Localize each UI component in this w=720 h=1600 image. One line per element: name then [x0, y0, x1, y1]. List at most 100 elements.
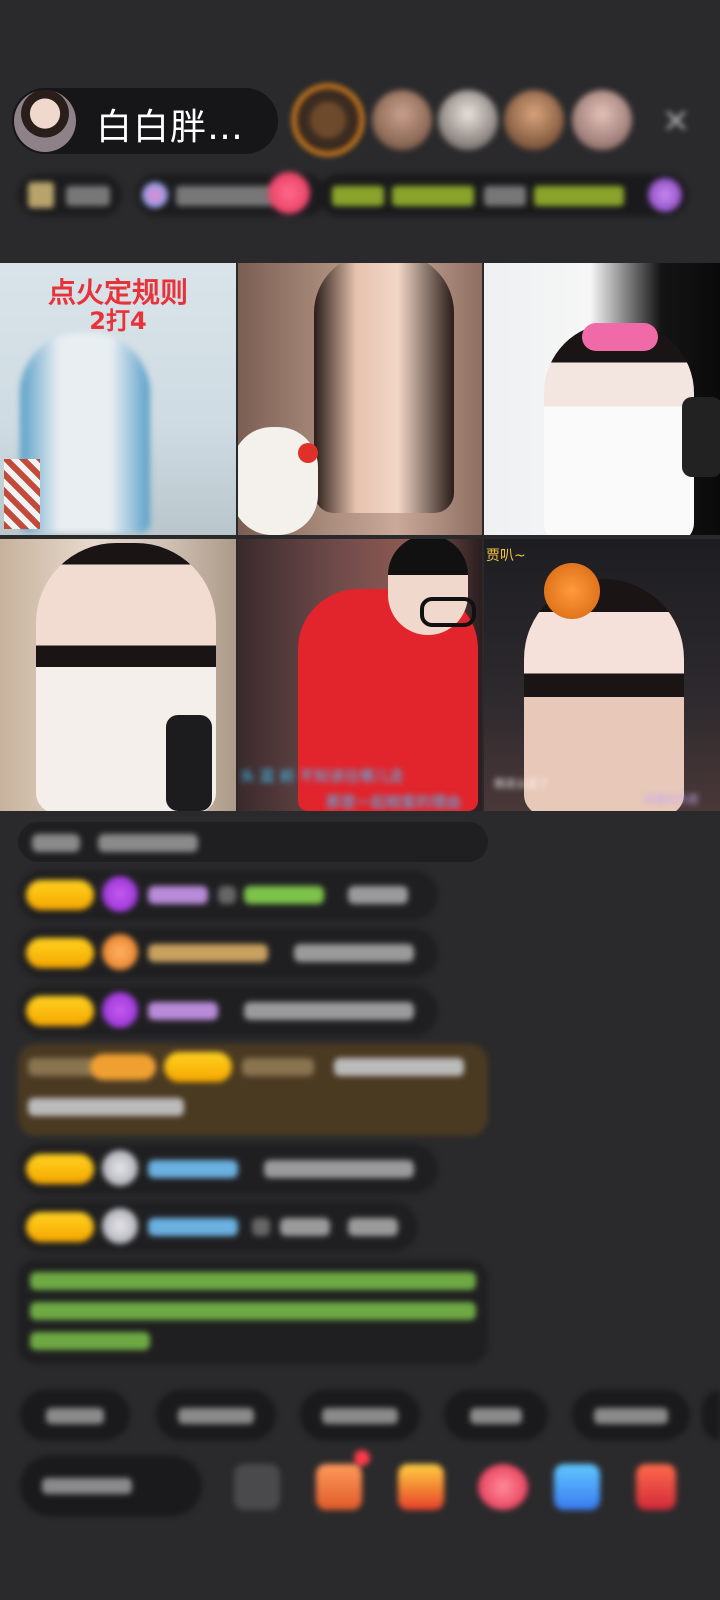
activity-tag-2	[392, 186, 474, 206]
quick-reply-5[interactable]	[572, 1390, 690, 1440]
chat-text-4c	[28, 1098, 184, 1116]
chat-username-1[interactable]	[148, 886, 208, 904]
chat-username-2[interactable]	[148, 944, 268, 962]
chat-text-1a	[218, 886, 236, 904]
pink-glasses-sticker	[582, 323, 658, 351]
video-cell-3[interactable]	[484, 263, 720, 535]
streamer-figure-3	[544, 323, 694, 535]
video-cell-5[interactable]: 头 蓝 前 不知该往哪儿走 那是一起相爱的理由	[238, 539, 482, 811]
more-icon[interactable]	[636, 1464, 676, 1510]
share-icon[interactable]	[554, 1464, 600, 1510]
host-name[interactable]: 白白胖…	[96, 98, 244, 150]
top-viewer-avatar-1[interactable]	[292, 84, 364, 156]
emoji-icon[interactable]	[234, 1464, 280, 1510]
rank-icon	[28, 182, 54, 208]
chat-text-5	[264, 1160, 414, 1178]
quick-reply-1[interactable]	[20, 1390, 130, 1440]
gift-icon[interactable]	[648, 178, 682, 212]
wishlist-icon[interactable]	[398, 1464, 444, 1510]
lyric-subtitle-1: 头 蓝 前 不知该往哪儿走	[240, 767, 405, 785]
user-avatar	[102, 1208, 138, 1244]
chat-username-3[interactable]	[148, 1002, 218, 1020]
top-viewer-avatar-4[interactable]	[504, 90, 564, 150]
close-icon[interactable]: ×	[652, 96, 700, 144]
host-avatar[interactable]	[14, 90, 76, 152]
video-cell-1[interactable]: 点火定规则 2打4	[0, 263, 236, 535]
chat-text-3	[244, 1002, 414, 1020]
hot-button[interactable]	[268, 172, 310, 214]
gift-box-icon[interactable]	[316, 1464, 362, 1510]
level-badge	[26, 880, 94, 910]
chat-text-6a	[252, 1218, 270, 1236]
chat-message-0	[18, 822, 488, 862]
chat-text-0b	[98, 834, 198, 852]
quick-reply-5-label	[594, 1408, 668, 1424]
quick-reply-3[interactable]	[300, 1390, 420, 1440]
chat-message-3	[18, 986, 438, 1036]
quick-reply-2-label	[178, 1408, 254, 1424]
chat-text-0a	[32, 834, 80, 852]
fans-group-icon	[142, 182, 168, 208]
top-viewer-avatar-3[interactable]	[438, 90, 498, 150]
level-badge	[164, 1052, 232, 1082]
system-notice-line-2	[30, 1302, 476, 1320]
level-badge	[26, 996, 94, 1026]
chat-text-6b	[280, 1218, 330, 1236]
quick-reply-6[interactable]	[702, 1390, 720, 1440]
user-tag-4	[90, 1054, 156, 1080]
system-notice-message	[18, 1260, 488, 1364]
chat-text-2	[294, 944, 414, 962]
activity-tag-3	[484, 186, 526, 206]
video-cell-6[interactable]: 贾叭~ 就这么定了 收藏欢乐愿	[484, 539, 720, 811]
rank-text	[66, 186, 110, 206]
user-avatar	[102, 1150, 138, 1186]
chat-input[interactable]	[20, 1456, 202, 1516]
chat-username-6[interactable]	[148, 1218, 238, 1236]
glasses	[420, 597, 476, 627]
chat-username-5[interactable]	[148, 1160, 238, 1178]
activity-banner-chip[interactable]	[318, 174, 688, 216]
top-viewer-avatar-5[interactable]	[572, 90, 632, 150]
video-cell-4[interactable]	[0, 539, 236, 811]
user-level-icon	[102, 992, 138, 1028]
user-level-icon	[102, 876, 138, 912]
room-info-row	[18, 170, 698, 222]
chat-username-4[interactable]	[242, 1058, 314, 1076]
level-badge	[26, 1212, 94, 1242]
cell6-top-text: 贾叭~	[486, 548, 526, 564]
plush-toy-bow	[298, 443, 318, 463]
cell6-subtitle-right: 收藏欢乐愿	[644, 793, 699, 806]
quick-reply-1-label	[46, 1408, 104, 1424]
system-notice-line-3	[30, 1332, 150, 1350]
quick-reply-2[interactable]	[156, 1390, 276, 1440]
host-info-pill[interactable]: 白白胖…	[12, 88, 278, 154]
notification-dot	[354, 1450, 370, 1466]
chat-message-5	[18, 1144, 438, 1194]
orange-hair-accessory	[544, 563, 600, 619]
video-cell-2[interactable]	[238, 263, 482, 535]
level-badge	[26, 938, 94, 968]
fans-group-text	[176, 186, 276, 206]
chat-message-4-highlight	[18, 1044, 488, 1136]
cover-title-line2: 2打4	[89, 307, 147, 335]
live-room-header: 白白胖… ×	[12, 84, 712, 158]
rank-chip[interactable]	[18, 174, 122, 216]
chat-message-2	[18, 928, 438, 978]
chat-message-1	[18, 870, 438, 920]
quick-reply-4-label	[470, 1408, 522, 1424]
chat-text-4b	[334, 1058, 464, 1076]
level-badge	[26, 1154, 94, 1184]
bottom-toolbar	[20, 1450, 720, 1530]
system-notice-line-1	[30, 1272, 476, 1290]
chat-text-1c	[348, 886, 408, 904]
scarf-decoration	[4, 459, 40, 529]
chat-message-6	[18, 1202, 418, 1252]
pk-icon[interactable]	[478, 1464, 528, 1510]
streamer-figure-2	[314, 263, 454, 513]
quick-reply-3-label	[322, 1408, 398, 1424]
top-viewer-avatar-2[interactable]	[372, 90, 432, 150]
quick-reply-4[interactable]	[444, 1390, 548, 1440]
cell6-subtitle-left: 就这么定了	[494, 777, 549, 790]
microphone	[166, 715, 212, 811]
multi-guest-video-grid: 点火定规则 2打4 头 蓝 前 不知该往哪儿走 那是一起相爱的理由 贾叭~ 就这…	[0, 263, 720, 815]
